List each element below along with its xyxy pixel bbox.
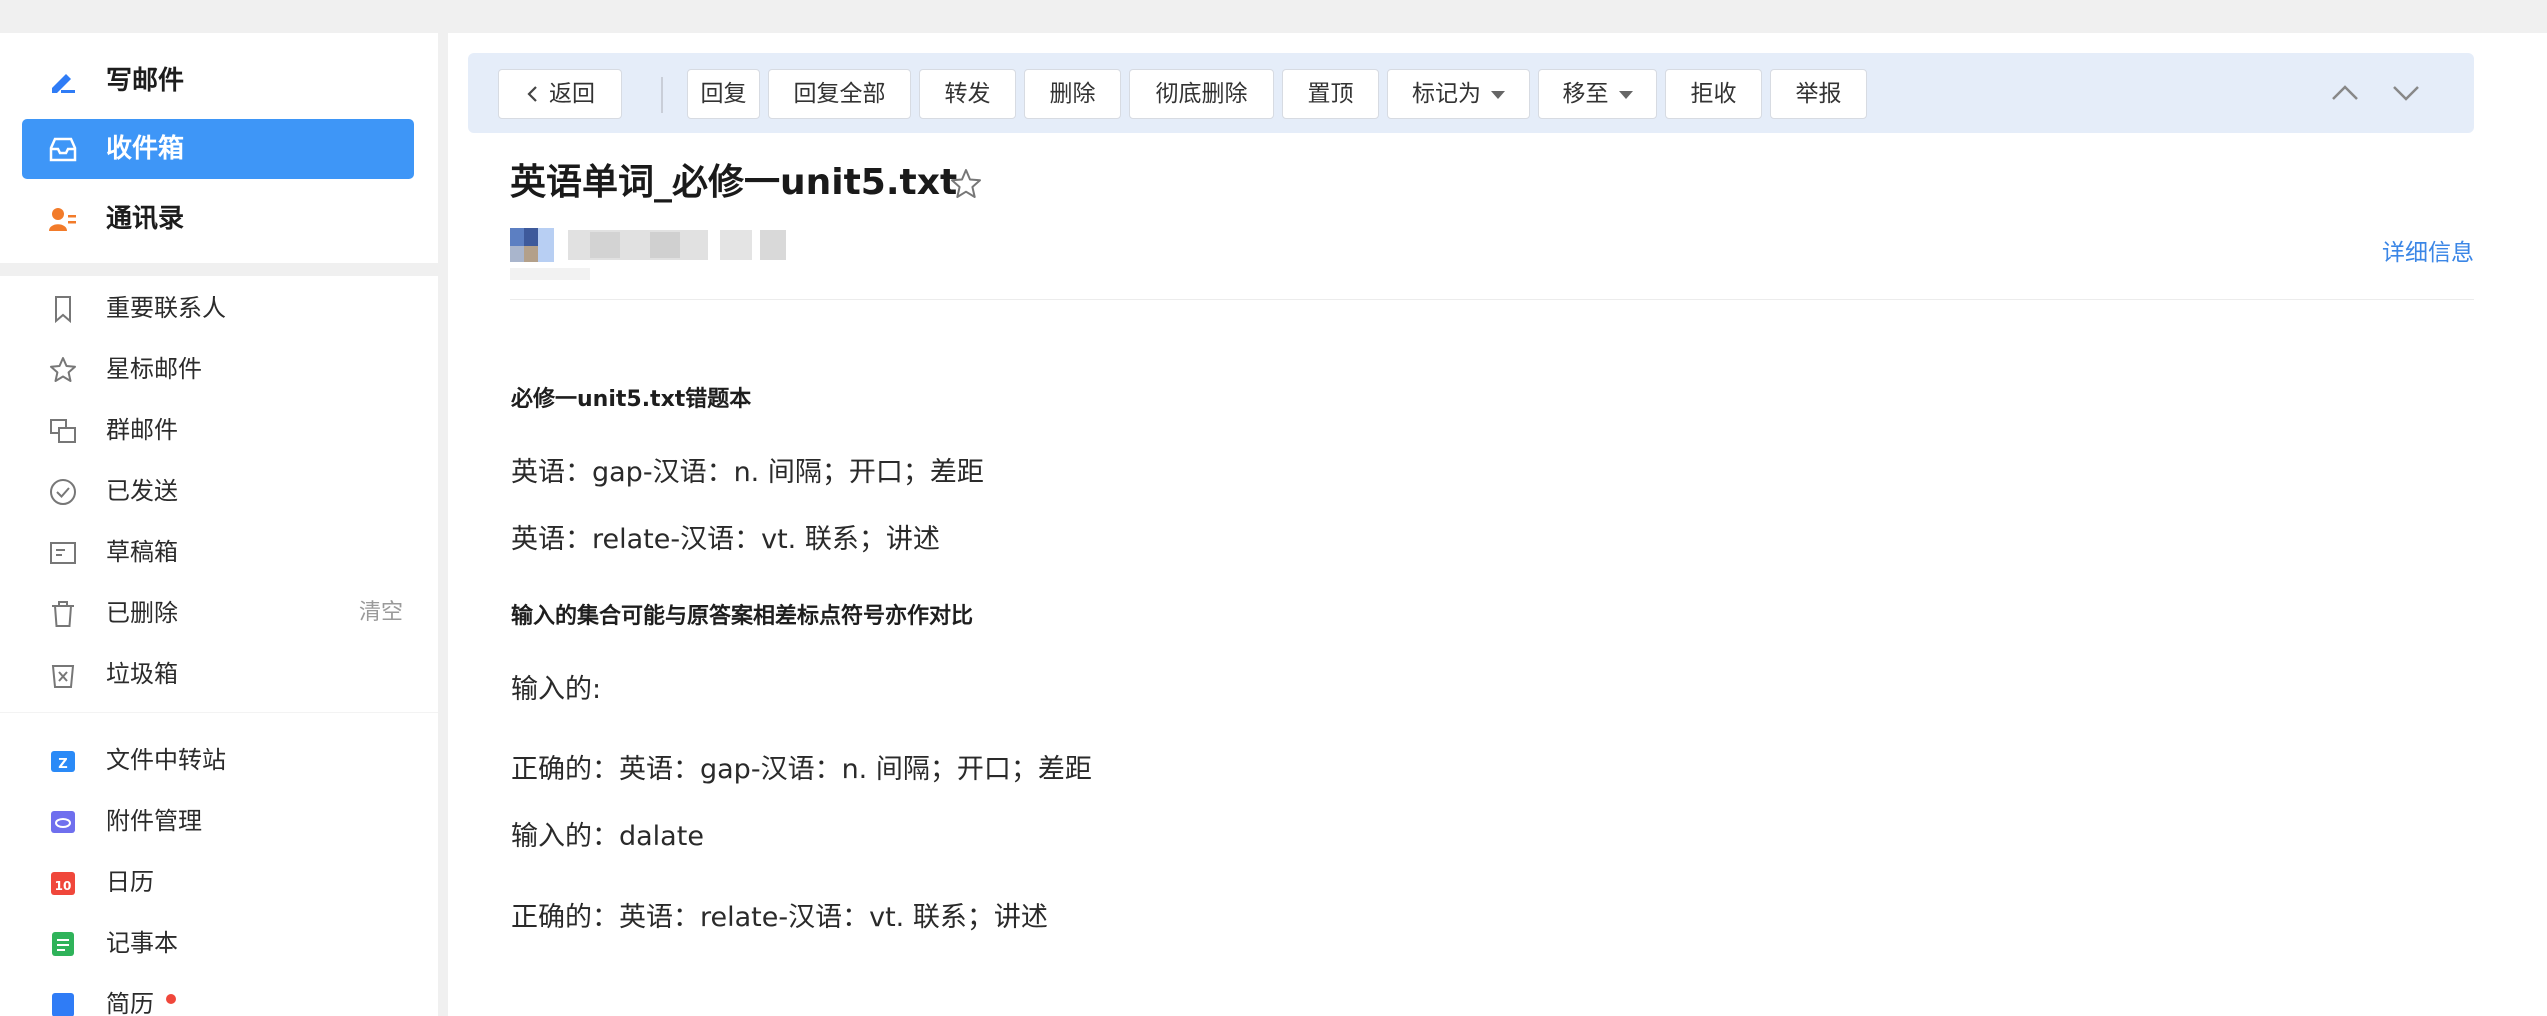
sidebar-divider xyxy=(0,712,438,713)
draft-icon xyxy=(50,542,76,564)
notification-dot xyxy=(166,994,176,1004)
app-label: 记事本 xyxy=(106,929,178,957)
sidebar-item-group-mail[interactable]: 群邮件 xyxy=(0,402,438,458)
sidebar-item-drafts[interactable]: 草稿箱 xyxy=(0,524,438,580)
contacts-icon xyxy=(49,208,76,231)
mail-subject: 英语单词_必修一unit5.txt xyxy=(510,162,958,203)
empty-trash-link[interactable]: 清空 xyxy=(359,585,403,641)
mark-as-label: 标记为 xyxy=(1412,81,1481,107)
toolbar-divider xyxy=(661,77,663,113)
contacts-label: 通讯录 xyxy=(106,204,185,234)
compose-button[interactable]: 写邮件 xyxy=(22,51,414,111)
sidebar-item-starred[interactable]: 星标邮件 xyxy=(0,341,438,397)
star-icon xyxy=(50,357,76,382)
folder-label: 重要联系人 xyxy=(106,294,226,322)
pen-icon xyxy=(52,74,75,93)
sidebar-item-file-transfer[interactable]: Z 文件中转站 xyxy=(0,732,438,788)
move-to-dropdown[interactable]: 移至 xyxy=(1538,69,1657,119)
sidebar-item-deleted[interactable]: 已删除 清空 xyxy=(0,585,438,641)
permanent-delete-button[interactable]: 彻底删除 xyxy=(1129,69,1274,119)
sender-avatar-blurred xyxy=(510,228,786,280)
folder-label: 草稿箱 xyxy=(106,538,178,566)
group-mail-icon xyxy=(50,419,76,443)
reply-all-button[interactable]: 回复全部 xyxy=(768,69,911,119)
folder-label: 星标邮件 xyxy=(106,355,202,383)
body-line: 英语：gap-汉语：n. 间隔；开口；差距 xyxy=(511,457,984,488)
sidebar-item-spam[interactable]: 垃圾箱 xyxy=(0,646,438,702)
app-label: 附件管理 xyxy=(106,807,202,835)
sidebar-item-attachments[interactable]: 附件管理 xyxy=(0,793,438,849)
trash-icon xyxy=(52,601,74,627)
body-line: 英语：relate-汉语：vt. 联系；讲述 xyxy=(511,524,940,555)
inbox-label: 收件箱 xyxy=(106,134,185,164)
folder-label: 群邮件 xyxy=(106,416,178,444)
file-transfer-icon: Z xyxy=(51,751,75,772)
body-heading: 输入的集合可能与原答案相差标点符号亦作对比 xyxy=(511,604,974,629)
sidebar: 写邮件 收件箱 通讯录 重要联系人 星标邮件 群邮件 已发送 草稿箱 已删除 清… xyxy=(0,33,438,1016)
pin-top-button[interactable]: 置顶 xyxy=(1282,69,1379,119)
resume-icon xyxy=(52,993,74,1016)
compose-label: 写邮件 xyxy=(106,66,185,96)
app-label: 文件中转站 xyxy=(106,746,226,774)
mail-view: 返回 回复 回复全部 转发 删除 彻底删除 置顶 标记为 移至 拒收 举报 英语… xyxy=(448,33,2547,1016)
inbox-icon xyxy=(49,137,77,162)
app-label: 日历 xyxy=(106,868,154,896)
calendar-icon: 10 xyxy=(51,872,75,895)
details-link[interactable]: 详细信息 xyxy=(2382,233,2474,267)
svg-text:Z: Z xyxy=(58,757,67,772)
next-mail-icon[interactable] xyxy=(2388,75,2424,111)
attachment-icon xyxy=(51,811,75,833)
folder-label: 已删除 xyxy=(106,599,178,627)
mail-app: 写邮件 收件箱 通讯录 重要联系人 星标邮件 群邮件 已发送 草稿箱 已删除 清… xyxy=(0,23,2547,1016)
chevron-down-icon xyxy=(1618,90,1633,99)
body-line: 正确的：英语：gap-汉语：n. 间隔；开口；差距 xyxy=(511,754,1092,785)
check-circle-icon xyxy=(50,479,76,505)
back-button[interactable]: 返回 xyxy=(498,69,622,119)
body-line: 正确的：英语：relate-汉语：vt. 联系；讲述 xyxy=(511,902,1048,933)
header-divider xyxy=(510,299,2474,300)
sidebar-item-sent[interactable]: 已发送 xyxy=(0,463,438,519)
spam-icon xyxy=(51,665,75,688)
sidebar-item-resume[interactable]: 简历 xyxy=(0,976,438,1016)
sidebar-item-notebook[interactable]: 记事本 xyxy=(0,915,438,971)
folder-label: 已发送 xyxy=(106,477,178,505)
report-button[interactable]: 举报 xyxy=(1770,69,1867,119)
bookmark-icon xyxy=(55,296,71,324)
notebook-icon xyxy=(52,932,74,956)
app-label: 简历 xyxy=(106,990,154,1016)
reply-button[interactable]: 回复 xyxy=(687,69,760,119)
forward-button[interactable]: 转发 xyxy=(919,69,1016,119)
body-line: 输入的: xyxy=(511,674,602,705)
sidebar-main-section: 写邮件 收件箱 通讯录 xyxy=(0,33,438,263)
delete-button[interactable]: 删除 xyxy=(1024,69,1121,119)
star-toggle-icon[interactable] xyxy=(948,166,984,202)
mark-as-dropdown[interactable]: 标记为 xyxy=(1387,69,1530,119)
sidebar-item-inbox[interactable]: 收件箱 xyxy=(22,119,414,179)
previous-mail-icon[interactable] xyxy=(2327,75,2363,111)
chevron-left-icon xyxy=(527,86,537,102)
sidebar-folders-section: 重要联系人 星标邮件 群邮件 已发送 草稿箱 已删除 清空 垃圾箱 Z 文件中转… xyxy=(0,276,438,1016)
move-to-label: 移至 xyxy=(1562,81,1609,107)
folder-label: 垃圾箱 xyxy=(106,660,178,688)
mail-toolbar: 返回 回复 回复全部 转发 删除 彻底删除 置顶 标记为 移至 拒收 举报 xyxy=(468,53,2474,133)
body-line: 输入的：dalate xyxy=(511,821,704,852)
sidebar-item-calendar[interactable]: 10 日历 xyxy=(0,854,438,910)
sidebar-item-important-contacts[interactable]: 重要联系人 xyxy=(0,280,438,336)
reject-button[interactable]: 拒收 xyxy=(1665,69,1762,119)
chevron-down-icon xyxy=(1491,90,1505,99)
calendar-icon-day: 10 xyxy=(55,879,72,893)
sidebar-item-contacts[interactable]: 通讯录 xyxy=(22,189,414,249)
body-heading: 必修一unit5.txt错题本 xyxy=(511,387,752,412)
back-label: 返回 xyxy=(549,81,595,107)
